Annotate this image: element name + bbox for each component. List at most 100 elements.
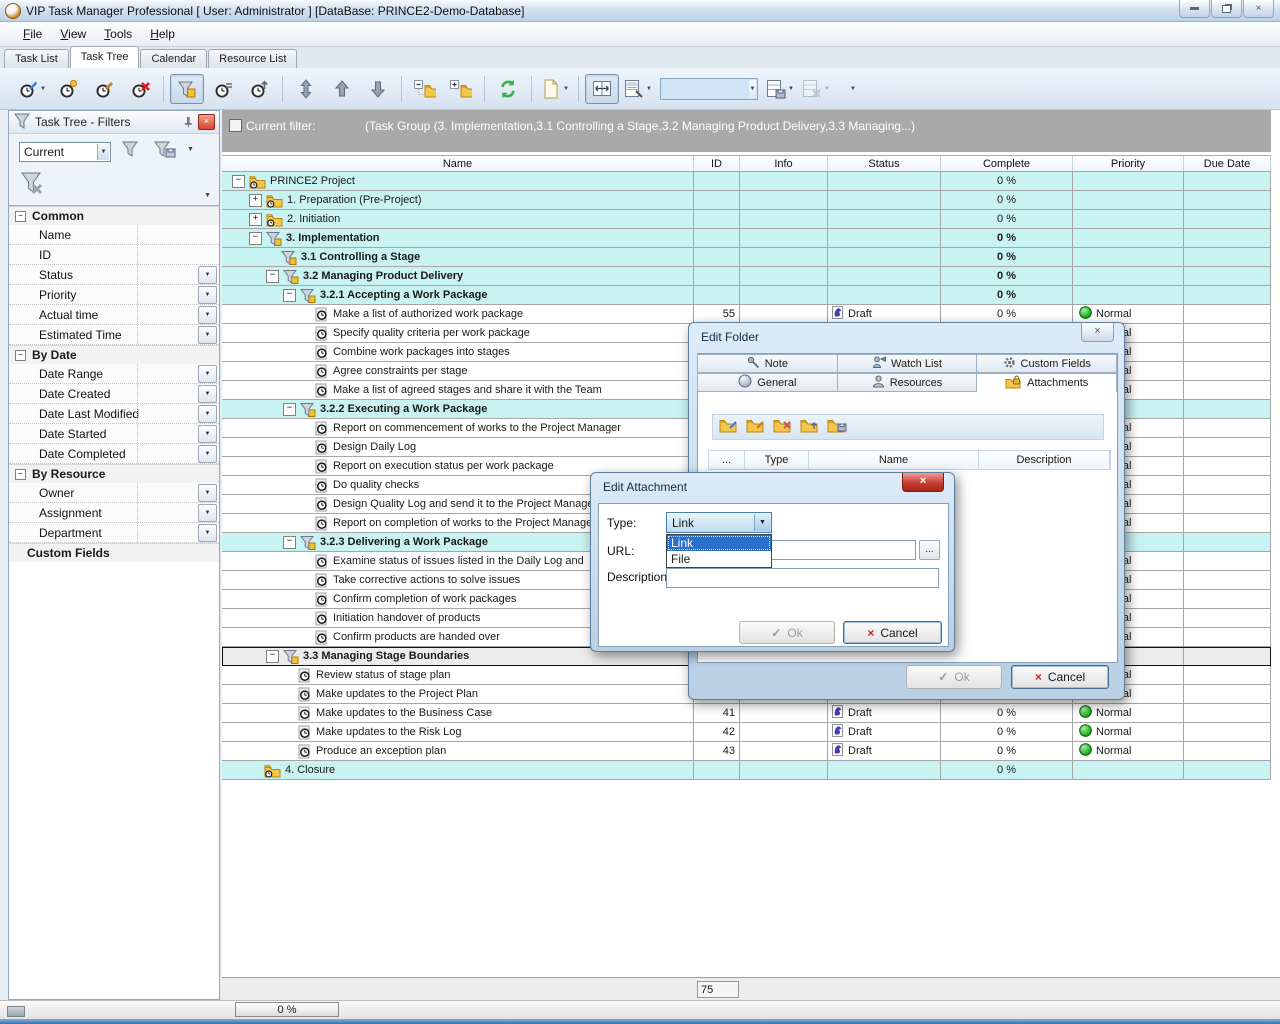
column-header-id[interactable]: ID xyxy=(694,156,740,171)
pin-icon[interactable] xyxy=(181,115,195,129)
move-up-button[interactable] xyxy=(325,74,359,104)
filter-item-estimated-time[interactable]: Estimated Time▼ xyxy=(9,325,219,345)
filter-item-date-started[interactable]: Date Started▼ xyxy=(9,424,219,444)
move-down-button[interactable] xyxy=(361,74,395,104)
dropdown-option-link[interactable]: Link xyxy=(667,535,771,551)
close-button[interactable]: × xyxy=(1243,0,1274,18)
tab-note[interactable]: Note xyxy=(697,354,838,373)
filter-group-custom-fields[interactable]: Custom Fields xyxy=(9,543,219,562)
add-task-button[interactable]: ▼ xyxy=(15,74,49,104)
refresh-button[interactable] xyxy=(491,74,525,104)
collapse-box-icon[interactable]: − xyxy=(15,350,26,361)
tab-task-tree[interactable]: Task Tree xyxy=(70,46,140,68)
task-history-button[interactable] xyxy=(242,74,276,104)
collapse-box-icon[interactable]: − xyxy=(266,650,279,663)
column-header-status[interactable]: Status xyxy=(828,156,941,171)
menu-view[interactable]: View xyxy=(51,24,95,44)
collapse-box-icon[interactable]: − xyxy=(283,289,296,302)
collapse-box-icon[interactable]: − xyxy=(266,270,279,283)
cancel-button[interactable]: ×Cancel xyxy=(843,621,942,644)
save-attachment-icon[interactable] xyxy=(827,417,847,437)
column-header-name[interactable]: Name xyxy=(222,156,694,171)
table-row[interactable]: −3. Implementation0 % xyxy=(222,229,1271,248)
delete-view-button[interactable]: ▼ xyxy=(799,74,833,104)
filter-group-by-date[interactable]: −By Date xyxy=(9,345,219,364)
dropdown-button[interactable]: ▼ xyxy=(198,405,217,423)
filter-item-date-last-modified[interactable]: Date Last Modified▼ xyxy=(9,404,219,424)
table-row[interactable]: +2. Initiation0 % xyxy=(222,210,1271,229)
collapse-box-icon[interactable]: − xyxy=(232,175,245,188)
tab-calendar[interactable]: Calendar xyxy=(140,49,207,68)
filter-group-by-resource[interactable]: −By Resource xyxy=(9,464,219,483)
dropdown-button[interactable]: ▼ xyxy=(198,425,217,443)
filter-item-department[interactable]: Department▼ xyxy=(9,523,219,543)
attachment-column-description[interactable]: Description xyxy=(979,451,1110,469)
dropdown-option-file[interactable]: File xyxy=(667,551,771,567)
restore-button[interactable] xyxy=(1211,0,1242,18)
table-row[interactable]: −3.2.1 Accepting a Work Package0 % xyxy=(222,286,1271,305)
filter-item-priority[interactable]: Priority▼ xyxy=(9,285,219,305)
column-header-info[interactable]: Info xyxy=(740,156,828,171)
column-header-due-date[interactable]: Due Date xyxy=(1184,156,1271,171)
table-row[interactable]: Make updates to the Business Case41Draft… xyxy=(222,704,1271,723)
filter-item-date-created[interactable]: Date Created▼ xyxy=(9,384,219,404)
dropdown-button[interactable]: ▼ xyxy=(198,286,217,304)
browse-button[interactable]: ... xyxy=(919,540,940,560)
ok-button[interactable]: ✓Ok xyxy=(739,621,835,644)
dropdown-button[interactable]: ▼ xyxy=(198,524,217,542)
delete-attachment-icon[interactable] xyxy=(773,417,793,437)
task-notes-button[interactable] xyxy=(206,74,240,104)
filter-tasks-button[interactable] xyxy=(170,74,204,104)
expand-box-icon[interactable]: + xyxy=(249,213,262,226)
dropdown-button[interactable]: ▼ xyxy=(198,504,217,522)
apply-filter-icon[interactable] xyxy=(121,140,139,161)
tab-task-list[interactable]: Task List xyxy=(4,49,69,68)
chevron-down-icon[interactable]: ▼ xyxy=(204,192,211,199)
filter-item-name[interactable]: Name xyxy=(9,225,219,245)
filter-item-assignment[interactable]: Assignment▼ xyxy=(9,503,219,523)
tab-resource-list[interactable]: Resource List xyxy=(208,49,297,68)
add-attachment-icon[interactable] xyxy=(719,417,739,437)
filters-close-button[interactable]: × xyxy=(198,114,215,130)
dialog-close-button[interactable]: × xyxy=(902,473,944,492)
open-attachment-icon[interactable] xyxy=(800,417,820,437)
dropdown-button[interactable]: ▼ xyxy=(198,266,217,284)
cancel-button[interactable]: ×Cancel xyxy=(1011,665,1109,689)
collapse-box-icon[interactable]: − xyxy=(249,232,262,245)
move-task-button[interactable] xyxy=(289,74,323,104)
edit-attachment-icon[interactable] xyxy=(746,417,766,437)
toolbar-overflow-button[interactable]: ▼ xyxy=(835,74,869,104)
minimize-button[interactable] xyxy=(1179,0,1210,18)
filter-item-date-range[interactable]: Date Range▼ xyxy=(9,364,219,384)
filter-item-actual-time[interactable]: Actual time▼ xyxy=(9,305,219,325)
collapse-box-icon[interactable]: − xyxy=(15,211,26,222)
export-button[interactable]: ▼ xyxy=(538,74,572,104)
menu-file[interactable]: File xyxy=(14,24,51,44)
collapse-box-icon[interactable]: − xyxy=(15,469,26,480)
tab-resources[interactable]: Resources xyxy=(837,373,978,392)
description-input[interactable] xyxy=(666,568,939,588)
dropdown-button[interactable]: ▼ xyxy=(198,306,217,324)
table-row[interactable]: Make updates to the Risk Log42Draft0 %No… xyxy=(222,723,1271,742)
clear-filter-icon[interactable] xyxy=(19,170,45,199)
filter-group-common[interactable]: −Common xyxy=(9,206,219,225)
attachment-column-type[interactable]: Type xyxy=(745,451,809,469)
filter-item-id[interactable]: ID xyxy=(9,245,219,265)
menu-tools[interactable]: Tools xyxy=(95,24,141,44)
filter-item-owner[interactable]: Owner▼ xyxy=(9,483,219,503)
tab-attachments[interactable]: Attachments xyxy=(976,373,1117,392)
tab-watch-list[interactable]: Watch List xyxy=(837,354,978,373)
type-combo[interactable]: Link▼ xyxy=(666,512,772,533)
expand-box-icon[interactable]: + xyxy=(249,194,262,207)
table-row[interactable]: 4. Closure0 % xyxy=(222,761,1271,780)
table-row[interactable]: −3.2 Managing Product Delivery0 % xyxy=(222,267,1271,286)
column-header-complete[interactable]: Complete xyxy=(941,156,1073,171)
dropdown-button[interactable]: ▼ xyxy=(198,445,217,463)
edit-task-button[interactable] xyxy=(87,74,121,104)
dropdown-button[interactable]: ▼ xyxy=(198,484,217,502)
filter-enabled-checkbox[interactable] xyxy=(229,119,242,132)
fit-columns-button[interactable] xyxy=(585,74,619,104)
view-preset-combo[interactable]: ▼ xyxy=(660,78,758,100)
expand-all-button[interactable] xyxy=(444,74,478,104)
table-row[interactable]: Produce an exception plan43Draft0 %Norma… xyxy=(222,742,1271,761)
